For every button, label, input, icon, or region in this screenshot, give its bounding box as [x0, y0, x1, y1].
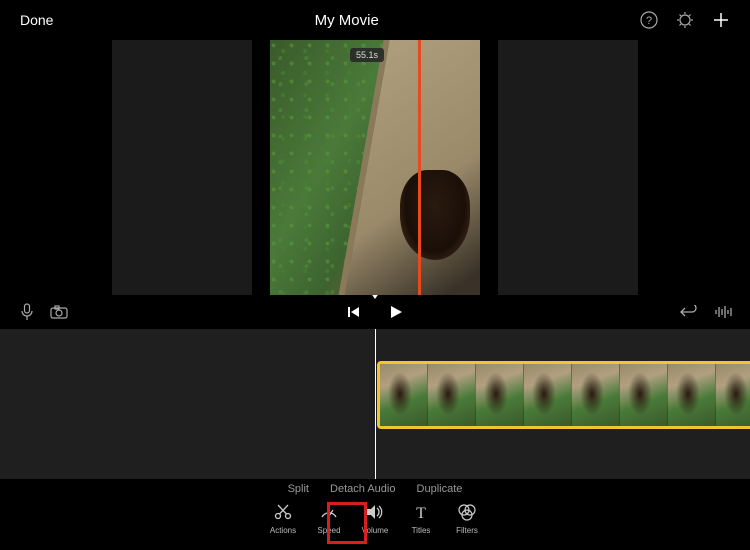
timecode-badge: 55.1s — [350, 48, 384, 62]
right-panel — [498, 40, 638, 295]
text-icon: T — [410, 501, 432, 523]
project-title: My Movie — [315, 12, 379, 29]
video-preview[interactable]: 55.1s — [270, 40, 480, 295]
svg-text:?: ? — [646, 15, 652, 27]
volume-tool[interactable]: Volume — [356, 501, 394, 535]
play-icon[interactable] — [387, 303, 405, 321]
add-icon[interactable] — [712, 11, 730, 29]
microphone-icon[interactable] — [18, 303, 36, 321]
header: Done My Movie ? — [0, 0, 750, 40]
duplicate-button[interactable]: Duplicate — [417, 483, 463, 495]
tool-row: Actions Speed Volume T Titles Filters — [0, 499, 750, 545]
undo-icon[interactable] — [680, 303, 698, 321]
timeline-playhead[interactable] — [375, 329, 376, 479]
speed-tool[interactable]: Speed — [310, 501, 348, 535]
speed-label: Speed — [317, 526, 340, 535]
camera-icon[interactable] — [50, 303, 68, 321]
preview-area: 55.1s — [0, 40, 750, 295]
skip-back-icon[interactable] — [345, 303, 363, 321]
filters-label: Filters — [456, 526, 478, 535]
split-button[interactable]: Split — [288, 483, 309, 495]
filters-tool[interactable]: Filters — [448, 501, 486, 535]
playhead-line — [418, 40, 421, 295]
titles-tool[interactable]: T Titles — [402, 501, 440, 535]
scissors-icon — [272, 501, 294, 523]
settings-icon[interactable] — [676, 11, 694, 29]
done-button[interactable]: Done — [20, 12, 53, 28]
speedometer-icon — [318, 501, 340, 523]
help-icon[interactable]: ? — [640, 11, 658, 29]
detach-audio-button[interactable]: Detach Audio — [330, 483, 395, 495]
svg-text:T: T — [416, 505, 426, 522]
left-panel — [112, 40, 252, 295]
video-clip[interactable] — [377, 361, 750, 429]
transport-bar — [0, 295, 750, 329]
waveform-icon[interactable] — [714, 303, 732, 321]
clip-context-menu: Split Detach Audio Duplicate — [0, 479, 750, 499]
actions-tool[interactable]: Actions — [264, 501, 302, 535]
titles-label: Titles — [412, 526, 431, 535]
speaker-icon — [364, 501, 386, 523]
volume-label: Volume — [362, 526, 389, 535]
filters-icon — [456, 501, 478, 523]
timeline[interactable] — [0, 329, 750, 479]
actions-label: Actions — [270, 526, 296, 535]
